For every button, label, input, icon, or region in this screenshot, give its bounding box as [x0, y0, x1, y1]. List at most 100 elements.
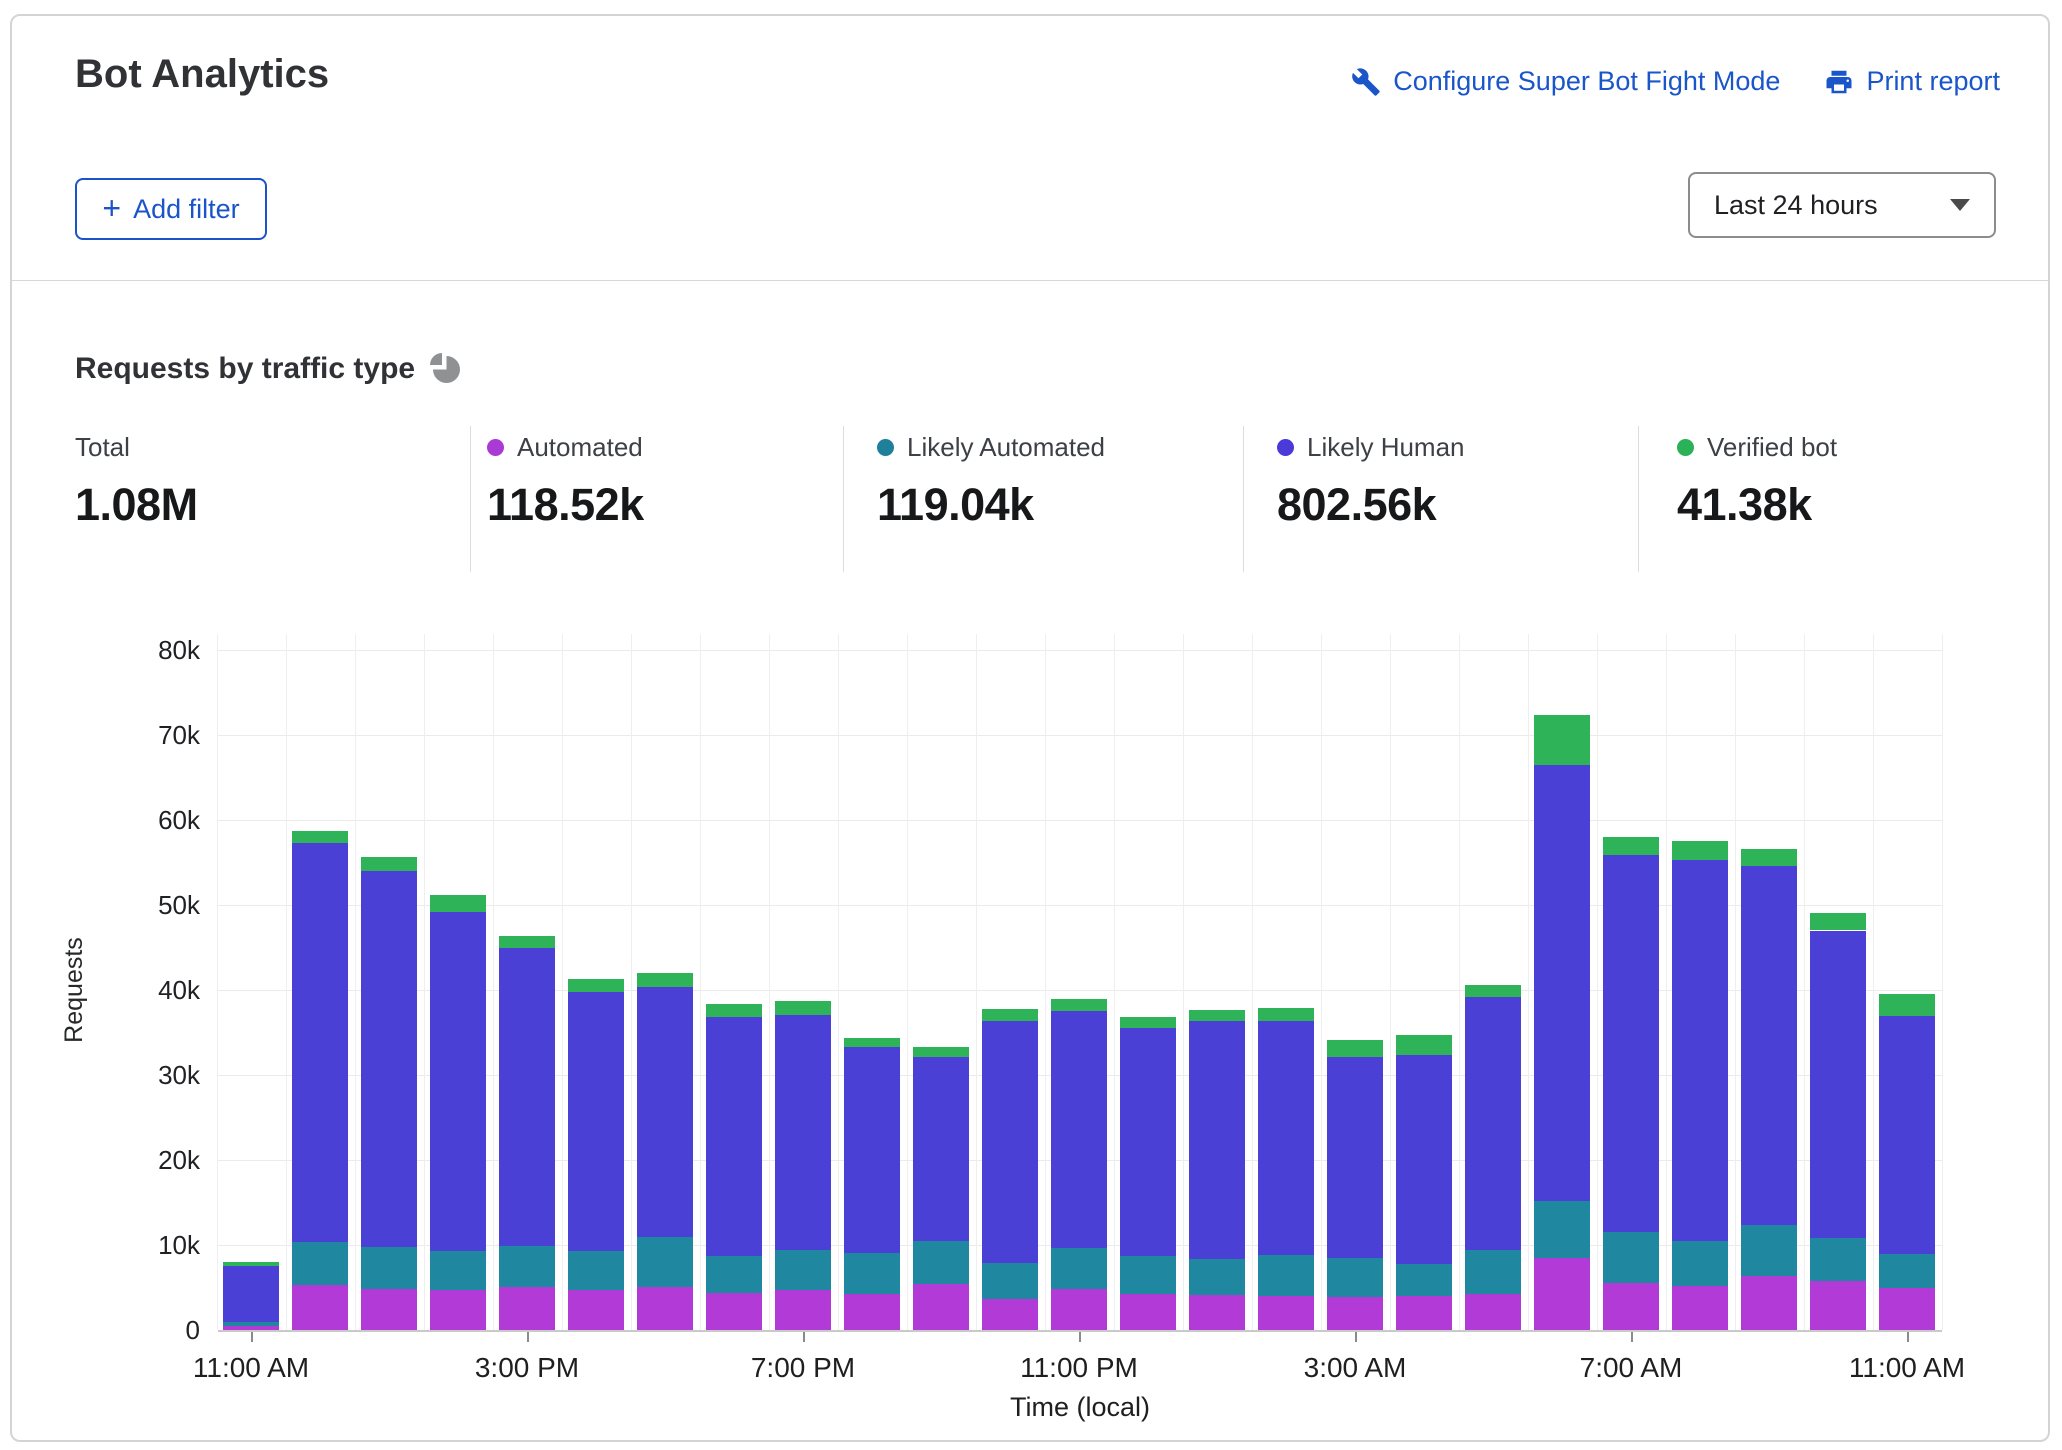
bar-9-00-pm-automated[interactable] [913, 1284, 969, 1330]
bar-1-00-pm-verified-bot[interactable] [361, 857, 417, 871]
bar-3-00-pm-verified-bot[interactable] [499, 936, 555, 949]
bar-1-00-am-automated[interactable] [1189, 1295, 1245, 1330]
bar-5-00-am-likely-automated[interactable] [1465, 1250, 1521, 1294]
bar-11-00-am-likely-human[interactable] [1879, 1016, 1935, 1255]
bar-10-00-am-likely-human[interactable] [1810, 931, 1866, 1239]
bar-11-00-am-automated[interactable] [1879, 1288, 1935, 1330]
bar-4-00-am-automated[interactable] [1396, 1296, 1452, 1330]
bar-4-00-pm-verified-bot[interactable] [568, 979, 624, 992]
bar-9-00-pm-verified-bot[interactable] [913, 1047, 969, 1057]
bar-4-00-am-verified-bot[interactable] [1396, 1035, 1452, 1055]
bar-5-00-pm-automated[interactable] [637, 1287, 693, 1330]
bar-5-00-pm-likely-human[interactable] [637, 987, 693, 1238]
configure-super-bot-fight-mode-link[interactable]: Configure Super Bot Fight Mode [1351, 66, 1780, 97]
bar-1-00-am-likely-human[interactable] [1189, 1021, 1245, 1258]
bar-3-00-am-automated[interactable] [1327, 1297, 1383, 1330]
bar-9-00-am-likely-human[interactable] [1741, 866, 1797, 1226]
bar-2-00-am-verified-bot[interactable] [1258, 1008, 1314, 1021]
bar-12-00-pm-verified-bot[interactable] [292, 831, 348, 843]
bar-12-00-pm-likely-automated[interactable] [292, 1242, 348, 1285]
bar-7-00-am-automated[interactable] [1603, 1283, 1659, 1330]
bar-5-00-pm-likely-automated[interactable] [637, 1237, 693, 1286]
bar-1-00-am-likely-automated[interactable] [1189, 1259, 1245, 1296]
bar-3-00-am-likely-automated[interactable] [1327, 1258, 1383, 1297]
bar-5-00-am-automated[interactable] [1465, 1294, 1521, 1330]
bar-1-00-pm-likely-human[interactable] [361, 871, 417, 1247]
bar-6-00-pm-likely-human[interactable] [706, 1017, 762, 1256]
bar-5-00-am-likely-human[interactable] [1465, 997, 1521, 1250]
bar-8-00-pm-verified-bot[interactable] [844, 1038, 900, 1047]
bar-7-00-am-likely-human[interactable] [1603, 855, 1659, 1232]
bar-6-00-pm-likely-automated[interactable] [706, 1256, 762, 1293]
bar-11-00-am-verified-bot[interactable] [1879, 994, 1935, 1015]
bar-6-00-pm-automated[interactable] [706, 1293, 762, 1330]
bar-2-00-am-likely-human[interactable] [1258, 1021, 1314, 1256]
bar-11-00-am-likely-human[interactable] [223, 1266, 279, 1322]
bar-11-00-pm-likely-human[interactable] [1051, 1011, 1107, 1248]
bar-4-00-am-likely-human[interactable] [1396, 1055, 1452, 1264]
bar-10-00-am-verified-bot[interactable] [1810, 913, 1866, 931]
bar-9-00-pm-likely-human[interactable] [913, 1057, 969, 1241]
bar-12-00-am-likely-automated[interactable] [1120, 1256, 1176, 1294]
bar-7-00-pm-likely-human[interactable] [775, 1015, 831, 1250]
bar-11-00-pm-likely-automated[interactable] [1051, 1248, 1107, 1289]
bar-3-00-pm-likely-automated[interactable] [499, 1246, 555, 1287]
bar-4-00-pm-likely-human[interactable] [568, 992, 624, 1251]
bar-11-00-pm-automated[interactable] [1051, 1289, 1107, 1330]
bar-8-00-pm-automated[interactable] [844, 1294, 900, 1330]
bar-8-00-am-likely-human[interactable] [1672, 860, 1728, 1241]
bar-8-00-am-verified-bot[interactable] [1672, 841, 1728, 860]
bar-3-00-pm-likely-human[interactable] [499, 948, 555, 1246]
bar-2-00-pm-likely-automated[interactable] [430, 1251, 486, 1290]
bar-11-00-am-verified-bot[interactable] [223, 1262, 279, 1266]
bar-9-00-am-verified-bot[interactable] [1741, 849, 1797, 866]
bar-12-00-am-automated[interactable] [1120, 1294, 1176, 1330]
bar-5-00-am-verified-bot[interactable] [1465, 985, 1521, 997]
bar-11-00-am-likely-automated[interactable] [223, 1322, 279, 1325]
bar-2-00-pm-automated[interactable] [430, 1290, 486, 1330]
bar-10-00-pm-automated[interactable] [982, 1299, 1038, 1330]
bar-8-00-am-automated[interactable] [1672, 1286, 1728, 1330]
bar-2-00-am-likely-automated[interactable] [1258, 1255, 1314, 1296]
bar-4-00-pm-likely-automated[interactable] [568, 1251, 624, 1290]
bar-6-00-am-verified-bot[interactable] [1534, 715, 1590, 765]
bar-7-00-am-verified-bot[interactable] [1603, 837, 1659, 855]
bar-6-00-pm-verified-bot[interactable] [706, 1004, 762, 1017]
bar-2-00-pm-verified-bot[interactable] [430, 895, 486, 912]
bar-4-00-am-likely-automated[interactable] [1396, 1264, 1452, 1296]
bar-7-00-am-likely-automated[interactable] [1603, 1232, 1659, 1283]
bar-10-00-pm-likely-automated[interactable] [982, 1263, 1038, 1299]
bar-8-00-pm-likely-human[interactable] [844, 1047, 900, 1253]
bar-11-00-am-automated[interactable] [223, 1326, 279, 1330]
bar-1-00-am-verified-bot[interactable] [1189, 1010, 1245, 1021]
bar-7-00-pm-automated[interactable] [775, 1290, 831, 1330]
bar-12-00-am-likely-human[interactable] [1120, 1028, 1176, 1256]
print-report-link[interactable]: Print report [1824, 66, 2000, 97]
bar-11-00-pm-verified-bot[interactable] [1051, 999, 1107, 1011]
add-filter-button[interactable]: + Add filter [75, 178, 267, 240]
bar-7-00-pm-verified-bot[interactable] [775, 1001, 831, 1015]
time-range-dropdown[interactable]: Last 24 hours [1688, 172, 1996, 238]
bar-12-00-am-verified-bot[interactable] [1120, 1017, 1176, 1028]
bar-8-00-pm-likely-automated[interactable] [844, 1253, 900, 1295]
bar-6-00-am-automated[interactable] [1534, 1258, 1590, 1330]
bar-10-00-am-automated[interactable] [1810, 1281, 1866, 1330]
bar-1-00-pm-likely-automated[interactable] [361, 1247, 417, 1290]
bar-1-00-pm-automated[interactable] [361, 1289, 417, 1330]
bar-12-00-pm-likely-human[interactable] [292, 843, 348, 1242]
bar-4-00-pm-automated[interactable] [568, 1290, 624, 1330]
bar-5-00-pm-verified-bot[interactable] [637, 973, 693, 987]
bar-10-00-pm-verified-bot[interactable] [982, 1009, 1038, 1022]
bar-9-00-am-likely-automated[interactable] [1741, 1225, 1797, 1275]
bar-6-00-am-likely-human[interactable] [1534, 765, 1590, 1201]
bar-9-00-pm-likely-automated[interactable] [913, 1241, 969, 1284]
bar-6-00-am-likely-automated[interactable] [1534, 1201, 1590, 1258]
bar-7-00-pm-likely-automated[interactable] [775, 1250, 831, 1290]
bar-9-00-am-automated[interactable] [1741, 1276, 1797, 1330]
bar-11-00-am-likely-automated[interactable] [1879, 1254, 1935, 1288]
bar-10-00-am-likely-automated[interactable] [1810, 1238, 1866, 1281]
bar-10-00-pm-likely-human[interactable] [982, 1021, 1038, 1262]
bar-3-00-pm-automated[interactable] [499, 1287, 555, 1330]
bar-3-00-am-likely-human[interactable] [1327, 1057, 1383, 1258]
bar-2-00-pm-likely-human[interactable] [430, 912, 486, 1251]
